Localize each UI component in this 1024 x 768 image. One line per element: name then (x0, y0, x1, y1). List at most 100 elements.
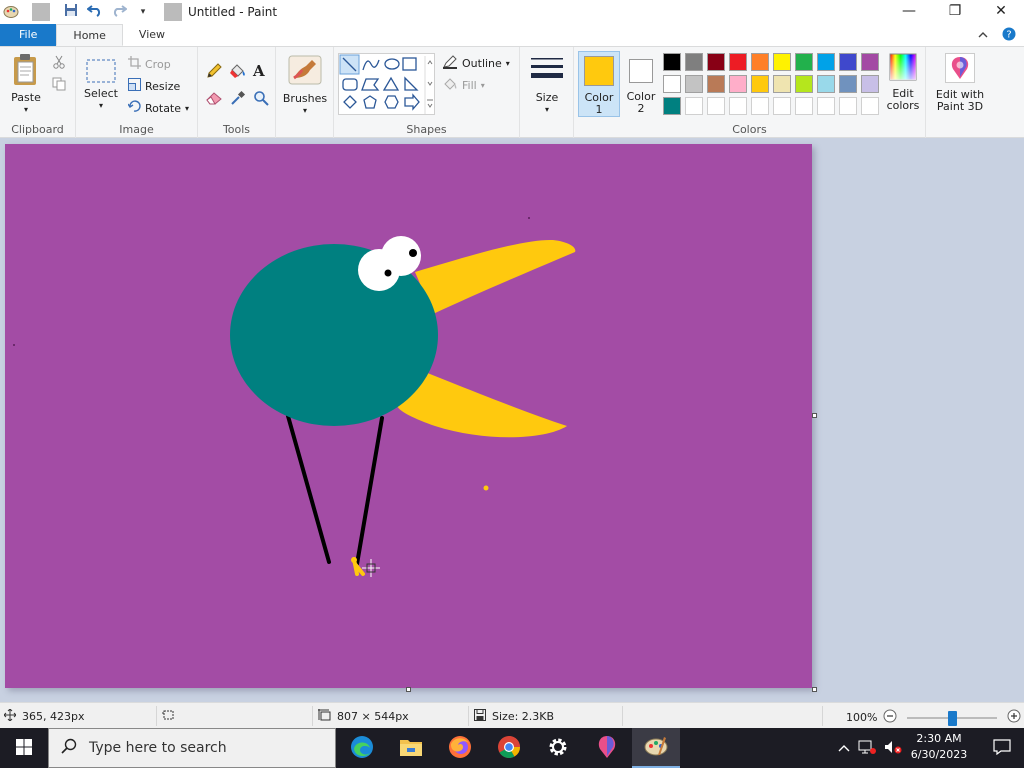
palette-swatch[interactable] (685, 75, 703, 93)
zoom-slider[interactable] (907, 710, 998, 726)
zoom-in-button[interactable] (1007, 709, 1021, 726)
resize-handle-right[interactable] (812, 413, 817, 418)
palette-swatch[interactable] (773, 97, 791, 115)
zoom-slider-thumb[interactable] (947, 710, 957, 726)
taskbar-clock[interactable]: 2:30 AM 6/30/2023 (906, 731, 972, 763)
minimize-button[interactable]: — (886, 0, 932, 24)
palette-swatch[interactable] (795, 53, 813, 71)
zoom-out-button[interactable] (883, 709, 897, 726)
copy-icon[interactable] (52, 77, 66, 94)
palette-swatch[interactable] (773, 53, 791, 71)
taskbar: Type here to search 2:30 AM 6/30/2023 (0, 728, 1024, 768)
palette-swatch[interactable] (707, 75, 725, 93)
palette-swatch[interactable] (839, 53, 857, 71)
palette-swatch[interactable] (663, 53, 681, 71)
palette-swatch[interactable] (751, 53, 769, 71)
restore-button[interactable]: ❐ (932, 0, 978, 24)
brushes-button[interactable]: Brushes ▾ (282, 54, 328, 117)
taskbar-paint[interactable] (632, 728, 680, 768)
close-button[interactable]: ✕ (978, 0, 1024, 24)
palette-swatch[interactable] (839, 97, 857, 115)
taskbar-search[interactable]: Type here to search (48, 728, 336, 768)
edit-with-paint3d-button[interactable]: Edit with Paint 3D (934, 53, 986, 113)
title-bar: ▾ Untitled - Paint — ❐ ✕ (0, 0, 1024, 24)
palette-swatch[interactable] (685, 53, 703, 71)
paint-app-icon[interactable] (2, 3, 20, 21)
taskbar-settings[interactable] (534, 728, 582, 768)
help-icon[interactable]: ? (1002, 27, 1016, 44)
palette-swatch[interactable] (729, 97, 747, 115)
network-icon[interactable] (858, 739, 876, 758)
paint3d-icon (945, 53, 975, 86)
ribbon-tabs: File Home View ? (0, 24, 1024, 46)
drawing-canvas[interactable] (5, 144, 812, 688)
outline-label: Outline (462, 57, 502, 70)
eraser-icon[interactable] (206, 91, 222, 108)
color-palette (663, 53, 883, 119)
customize-quick-access-icon[interactable]: ▾ (134, 3, 152, 21)
outline-button[interactable]: Outline ▾ (442, 55, 510, 72)
start-button[interactable] (0, 728, 48, 768)
taskbar-firefox[interactable] (436, 728, 484, 768)
palette-swatch[interactable] (685, 97, 703, 115)
save-icon[interactable] (62, 3, 80, 21)
color2-button[interactable]: Color 2 (622, 51, 660, 117)
resize-handle-bottom[interactable] (406, 687, 411, 692)
palette-swatch[interactable] (817, 97, 835, 115)
tab-home[interactable]: Home (56, 24, 123, 46)
palette-swatch[interactable] (707, 53, 725, 71)
pencil-icon[interactable] (206, 63, 222, 82)
paste-button[interactable]: Paste ▾ (6, 53, 46, 116)
palette-swatch[interactable] (861, 75, 879, 93)
palette-swatch[interactable] (707, 97, 725, 115)
taskbar-paint3d[interactable] (583, 728, 631, 768)
fill-button[interactable]: Fill ▾ (442, 77, 485, 94)
edit-colors-button[interactable]: Edit colors (882, 53, 924, 112)
palette-swatch[interactable] (817, 75, 835, 93)
show-hidden-icons-icon[interactable] (838, 742, 850, 755)
palette-swatch[interactable] (663, 75, 681, 93)
palette-swatch[interactable] (773, 75, 791, 93)
tab-file[interactable]: File (0, 24, 57, 46)
palette-swatch[interactable] (729, 75, 747, 93)
gear-icon (547, 736, 569, 761)
color1-button[interactable]: Color 1 (578, 51, 620, 117)
outline-icon (442, 55, 458, 72)
palette-swatch[interactable] (795, 97, 813, 115)
resize-handle-corner[interactable] (812, 687, 817, 692)
palette-swatch[interactable] (751, 97, 769, 115)
taskbar-file-explorer[interactable] (387, 728, 435, 768)
paint3d-label-2: Paint 3D (936, 100, 984, 113)
volume-muted-icon[interactable] (884, 739, 902, 758)
select-button[interactable]: Select ▾ (82, 57, 120, 112)
size-label: Size (535, 91, 559, 104)
redo-icon[interactable] (110, 3, 128, 21)
taskbar-chrome[interactable] (485, 728, 533, 768)
notifications-button[interactable] (980, 728, 1024, 768)
image-dimensions: 807 × 544px (318, 709, 409, 724)
cut-icon[interactable] (52, 55, 66, 72)
palette-swatch[interactable] (729, 53, 747, 71)
text-tool-icon[interactable]: A (253, 62, 265, 80)
crop-button[interactable]: Crop (128, 56, 171, 72)
collapse-ribbon-icon[interactable] (978, 29, 988, 42)
color-picker-icon[interactable] (230, 90, 246, 109)
palette-swatch[interactable] (663, 97, 681, 115)
palette-swatch[interactable] (795, 75, 813, 93)
magnifier-icon[interactable] (253, 90, 269, 109)
rotate-button[interactable]: Rotate ▾ (127, 100, 189, 116)
fill-bucket-icon[interactable] (229, 63, 247, 82)
taskbar-edge[interactable] (338, 728, 386, 768)
palette-swatch[interactable] (751, 75, 769, 93)
palette-swatch[interactable] (861, 53, 879, 71)
firefox-icon (448, 735, 472, 762)
palette-swatch[interactable] (861, 97, 879, 115)
cursor-position-icon (3, 708, 17, 724)
undo-icon[interactable] (86, 3, 104, 21)
palette-swatch[interactable] (817, 53, 835, 71)
tab-view[interactable]: View (123, 24, 181, 46)
palette-swatch[interactable] (839, 75, 857, 93)
resize-button[interactable]: Resize (128, 78, 180, 94)
size-button[interactable]: Size ▾ (526, 55, 568, 116)
colors-group: Color 1 Color 2 Colors (574, 47, 926, 138)
